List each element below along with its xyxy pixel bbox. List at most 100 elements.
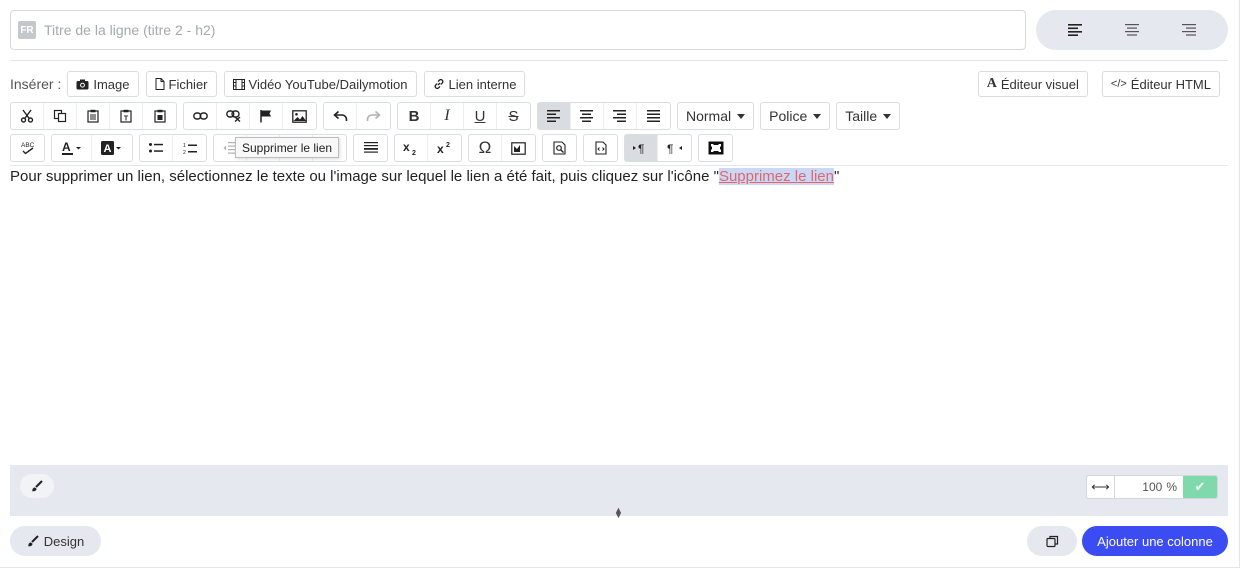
width-value: 100: [1142, 480, 1163, 494]
horizontal-line-button[interactable]: [354, 135, 387, 161]
underline-button[interactable]: U: [464, 103, 497, 129]
maximize-button[interactable]: [699, 135, 732, 161]
design-label: Design: [43, 533, 85, 549]
paragraph-align-group: [537, 102, 671, 130]
check-icon: ✔: [1194, 479, 1206, 494]
redo-icon: [366, 110, 381, 121]
spellcheck-icon: ABC: [21, 142, 34, 155]
align-right-button[interactable]: [1169, 15, 1209, 45]
maximize-icon: [708, 141, 723, 155]
width-arrows-icon[interactable]: ⟷: [1087, 476, 1115, 498]
toolbar-row-2: ABC A A 12 x2 x2 Ω ¶ ¶: [10, 134, 739, 162]
subscript-button[interactable]: x2: [395, 135, 428, 161]
subscript-icon: x2: [403, 141, 416, 155]
justify-right-button[interactable]: [604, 103, 637, 129]
numbered-list-button[interactable]: 12: [173, 135, 206, 161]
anchor-button[interactable]: [250, 103, 283, 129]
insert-file-label: Fichier: [168, 76, 208, 92]
bold-button[interactable]: B: [398, 103, 431, 129]
html-editor-button[interactable]: </> Éditeur HTML: [1101, 71, 1220, 97]
bold-icon: B: [408, 107, 420, 125]
align-center-button[interactable]: [1112, 15, 1152, 45]
chevron-down-icon: [737, 113, 746, 119]
source-icon: [594, 141, 607, 155]
unlink-button[interactable]: [217, 103, 250, 129]
preview-button[interactable]: [543, 135, 576, 161]
film-icon: [232, 78, 245, 90]
visual-editor-label: Éditeur visuel: [1000, 76, 1079, 92]
svg-text:2: 2: [183, 150, 186, 155]
width-input[interactable]: 100%: [1115, 476, 1183, 498]
redo-button[interactable]: [357, 103, 390, 129]
chevron-down-icon: [813, 113, 822, 119]
view-group: [542, 134, 577, 162]
ltr-button[interactable]: ¶: [625, 135, 658, 161]
bulleted-list-button[interactable]: [140, 135, 173, 161]
strikethrough-icon: S: [508, 107, 519, 125]
design-button[interactable]: Design: [10, 526, 101, 556]
insert-link-button[interactable]: [184, 103, 217, 129]
resize-handle-icon[interactable]: ▲ ▼: [614, 506, 623, 520]
code-icon: </>: [1110, 78, 1127, 90]
justify-left-button[interactable]: [538, 103, 571, 129]
duplicate-icon: [1045, 535, 1058, 547]
copy-button[interactable]: [44, 103, 77, 129]
svg-text:x: x: [437, 142, 444, 155]
paragraph-text: Pour supprimer un lien, sélectionnez le …: [10, 168, 719, 185]
paintbrush-icon: [27, 535, 39, 547]
copy-icon: [53, 109, 67, 123]
add-column-button[interactable]: Ajouter une colonne: [1082, 526, 1228, 556]
svg-text:x: x: [403, 141, 410, 154]
special-char-button[interactable]: Ω: [469, 135, 502, 161]
paste-word-button[interactable]: [143, 103, 176, 129]
insert-image-tool-button[interactable]: [283, 103, 316, 129]
text-color-button[interactable]: A: [52, 135, 92, 161]
strikethrough-button[interactable]: S: [497, 103, 530, 129]
size-dropdown[interactable]: Taille: [836, 102, 901, 130]
editor-mode-switch: A Éditeur visuel </> Éditeur HTML: [977, 71, 1227, 97]
insert-bar: Insérer : Image Fichier Vidéo YouTube/Da…: [10, 71, 532, 97]
rtl-button[interactable]: ¶: [658, 135, 691, 161]
link-icon: [192, 112, 208, 120]
language-badge: FR: [18, 21, 36, 39]
title-alignment-group: [1036, 10, 1228, 50]
undo-button[interactable]: [324, 103, 357, 129]
italic-button[interactable]: I: [431, 103, 464, 129]
insert-file-button[interactable]: Fichier: [145, 71, 217, 97]
paste-button[interactable]: [77, 103, 110, 129]
camera-icon: [76, 79, 89, 89]
duplicate-button[interactable]: [1027, 526, 1077, 556]
selected-link[interactable]: Supprimez le lien: [718, 168, 834, 185]
justify-center-button[interactable]: [571, 103, 604, 129]
cut-button[interactable]: [11, 103, 44, 129]
insert-template-button[interactable]: [502, 135, 535, 161]
font-dropdown[interactable]: Police: [760, 102, 831, 130]
svg-text:2: 2: [446, 142, 450, 149]
superscript-icon: x2: [437, 142, 450, 155]
toolbar-row-1: T B I U S Normal Police Taille: [10, 102, 906, 130]
confirm-width-button[interactable]: ✔: [1183, 476, 1217, 498]
unlink-tooltip: Supprimer le lien: [235, 137, 340, 158]
background-color-icon: A: [101, 141, 121, 155]
insert-video-button[interactable]: Vidéo YouTube/Dailymotion: [223, 71, 417, 97]
row-title-input[interactable]: FR Titre de la ligne (titre 2 - h2): [10, 10, 1026, 50]
visual-editor-button[interactable]: A Éditeur visuel: [977, 71, 1088, 97]
rich-text-editor[interactable]: Pour supprimer un lien, sélectionnez le …: [10, 165, 1228, 465]
text-rtl-icon: ¶: [667, 142, 682, 154]
justify-full-button[interactable]: [637, 103, 670, 129]
align-center-icon: [580, 110, 593, 122]
block-style-button[interactable]: [20, 474, 54, 498]
spellcheck-button[interactable]: ABC: [11, 135, 44, 161]
clipboard-icon: [87, 109, 99, 123]
insert-image-button[interactable]: Image: [67, 71, 139, 97]
align-left-button[interactable]: [1055, 15, 1095, 45]
format-dropdown[interactable]: Normal: [677, 102, 755, 130]
insert-internal-link-button[interactable]: Lien interne: [423, 71, 526, 97]
source-code-button[interactable]: [584, 135, 617, 161]
paste-text-button[interactable]: T: [110, 103, 143, 129]
superscript-button[interactable]: x2: [428, 135, 461, 161]
clipboard-group: T: [10, 102, 177, 130]
background-color-button[interactable]: A: [92, 135, 132, 161]
italic-icon: I: [444, 107, 450, 124]
svg-text:T: T: [124, 116, 129, 123]
